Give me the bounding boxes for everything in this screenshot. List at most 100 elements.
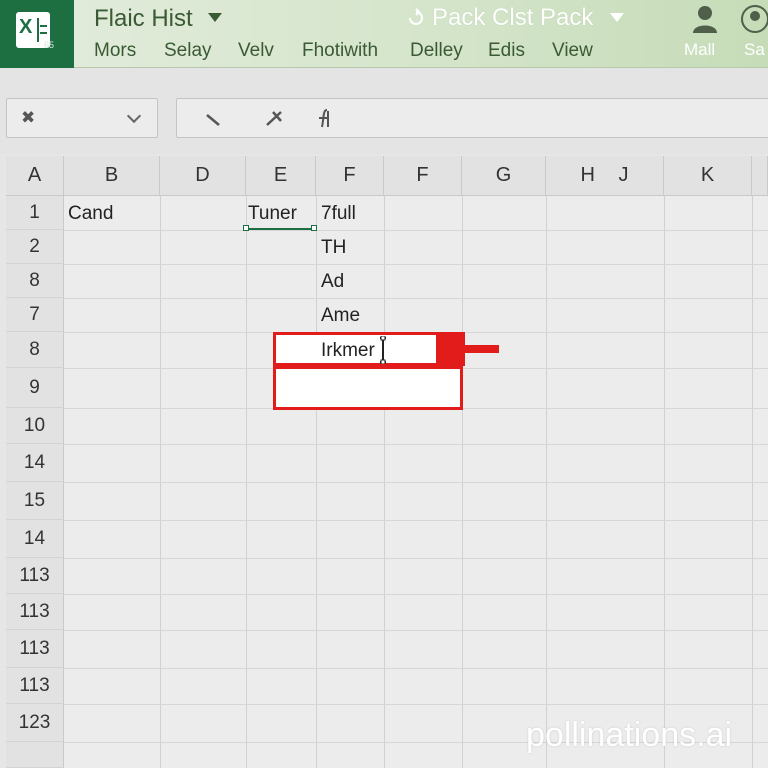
row-label: 113	[19, 564, 50, 586]
cell-f4[interactable]: Ame	[321, 305, 360, 327]
row-header[interactable]: 15	[6, 482, 64, 520]
gridline	[64, 298, 768, 299]
column-label: B	[104, 164, 119, 186]
text-cursor-icon	[380, 336, 386, 364]
row-label: 8	[29, 338, 40, 360]
row-header[interactable]: 1	[6, 196, 64, 230]
name-box[interactable]: ✖	[6, 98, 158, 138]
row-header[interactable]: 9	[6, 368, 64, 408]
highlight-tab	[437, 332, 465, 366]
menu-item-velv[interactable]: Velv	[238, 40, 274, 62]
row-header[interactable]: 113	[6, 594, 64, 630]
column-header-hj[interactable]: H J	[546, 156, 664, 196]
column-header-e[interactable]: E	[246, 156, 316, 196]
user-avatar-icon[interactable]	[692, 4, 718, 34]
gridline	[64, 264, 768, 265]
column-header-f[interactable]: F	[316, 156, 384, 196]
column-label: F	[343, 164, 356, 186]
watermark: pollinations.ai	[526, 716, 733, 754]
row-label: 1	[29, 201, 40, 223]
center-title[interactable]: Pack Clst Pack	[432, 4, 593, 32]
insert-function-icon[interactable]	[313, 107, 337, 131]
row-header[interactable]: 113	[6, 558, 64, 594]
row-label: 14	[23, 451, 46, 473]
row-label: 7	[29, 303, 40, 325]
column-header-a[interactable]: A	[6, 156, 64, 196]
menu-item-fhotiwith[interactable]: Fhotiwith	[302, 40, 378, 62]
spreadsheet-grid[interactable]: A B D E F F G H J K 1 2 8 7 8 9 10 14 15…	[6, 156, 768, 768]
column-label: E	[273, 164, 288, 186]
column-label: F	[416, 164, 429, 186]
logo-subtext: 65	[44, 40, 55, 50]
row-header[interactable]: 14	[6, 444, 64, 482]
column-header-f2[interactable]: F	[384, 156, 462, 196]
column-header-d[interactable]: D	[160, 156, 246, 196]
gridline	[64, 230, 768, 231]
cell-selection-border	[246, 228, 316, 230]
column-label: H J	[580, 164, 629, 186]
column-header-b[interactable]: B	[64, 156, 160, 196]
name-box-dropdown-icon[interactable]	[126, 108, 142, 124]
gridline	[64, 444, 768, 445]
name-box-value: ✖	[21, 108, 36, 127]
cell-b1[interactable]: Cand	[68, 203, 113, 225]
share-user-icon[interactable]	[740, 4, 768, 34]
row-label: 2	[29, 235, 40, 257]
center-title-dropdown-icon[interactable]	[610, 13, 624, 22]
gridline	[64, 558, 768, 559]
column-label: K	[700, 164, 715, 186]
column-header-g[interactable]: G	[462, 156, 546, 196]
row-label: 15	[23, 489, 46, 511]
gridline	[64, 520, 768, 521]
logo-letter: X	[19, 16, 33, 38]
row-header[interactable]: 14	[6, 520, 64, 558]
gridline	[64, 482, 768, 483]
refresh-icon	[409, 8, 423, 25]
row-label: 113	[19, 674, 50, 696]
row-header-overflow	[6, 742, 64, 768]
highlighted-cell-range[interactable]	[273, 366, 463, 410]
formula-input[interactable]	[176, 98, 768, 138]
row-header[interactable]: 10	[6, 408, 64, 444]
row-label: 113	[19, 637, 50, 659]
row-header[interactable]: 8	[6, 332, 64, 368]
menu-item-view[interactable]: View	[552, 40, 593, 62]
cancel-edit-icon[interactable]	[201, 107, 225, 131]
selection-handle[interactable]	[311, 225, 317, 231]
cell-f1[interactable]: 7full	[321, 203, 356, 225]
document-title[interactable]: Flaic Hist	[94, 5, 193, 33]
row-header[interactable]: 8	[6, 264, 64, 298]
row-label: 123	[18, 711, 51, 733]
row-label: 10	[23, 414, 46, 436]
row-label: 9	[29, 376, 40, 398]
cell-f5[interactable]: Irkmer	[321, 340, 375, 362]
confirm-edit-icon[interactable]	[263, 107, 287, 131]
logo-bars-icon	[37, 18, 47, 42]
row-header[interactable]: 113	[6, 630, 64, 668]
cell-f3[interactable]: Ad	[321, 271, 344, 293]
share-label[interactable]: Sa	[744, 40, 765, 60]
user-label[interactable]: Mall	[684, 40, 715, 60]
column-label: D	[195, 164, 210, 186]
menu-item-edis[interactable]: Edis	[488, 40, 525, 62]
row-header[interactable]: 7	[6, 298, 64, 332]
gridline	[64, 594, 768, 595]
title-dropdown-icon[interactable]	[208, 13, 222, 22]
menu-item-selay[interactable]: Selay	[164, 40, 212, 62]
row-header[interactable]: 2	[6, 230, 64, 264]
ribbon: X 65 Flaic Hist Pack Clst Pack Mors Sela…	[0, 0, 768, 68]
cell-f2[interactable]: TH	[321, 237, 346, 259]
row-header[interactable]: 113	[6, 668, 64, 704]
column-label: A	[27, 164, 42, 186]
column-header-overflow	[752, 156, 768, 196]
excel-logo[interactable]: X 65	[0, 0, 74, 68]
row-header[interactable]: 123	[6, 704, 64, 742]
cell-e1[interactable]: Tuner	[248, 203, 297, 225]
row-label: 113	[19, 600, 50, 622]
column-label: G	[495, 164, 512, 186]
menu-item-delley[interactable]: Delley	[410, 40, 463, 62]
column-header-k[interactable]: K	[664, 156, 752, 196]
row-label: 14	[23, 527, 46, 549]
menu-item-mors[interactable]: Mors	[94, 40, 136, 62]
selection-handle[interactable]	[243, 225, 249, 231]
